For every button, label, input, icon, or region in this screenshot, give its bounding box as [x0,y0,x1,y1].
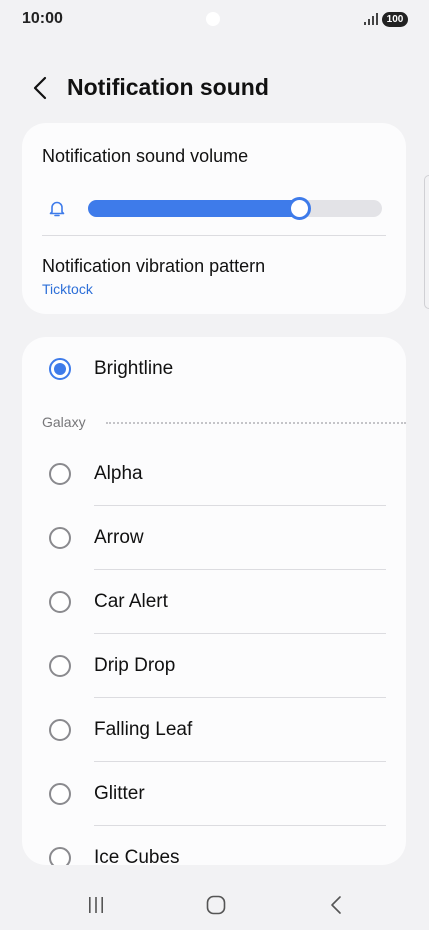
section-header: Galaxy [42,412,406,432]
list-item[interactable]: Arrow [22,506,406,570]
vibration-label: Notification vibration pattern [42,256,266,276]
radio-button[interactable] [49,783,71,805]
volume-card: Notification sound volume Notification v… [22,123,406,314]
edge-panel-handle[interactable] [424,175,429,309]
volume-slider[interactable] [88,197,382,220]
list-item[interactable]: Ice Cubes [22,826,406,865]
recents-icon[interactable] [86,896,106,914]
sound-list-card: Brightline Galaxy Alpha Arrow Car Alert … [22,337,406,865]
radio-selected[interactable] [49,358,71,380]
sound-label: Ice Cubes [94,847,180,865]
sound-label: Alpha [94,463,143,484]
signal-icon [364,13,378,25]
back-button[interactable] [26,74,54,102]
chevron-left-icon [33,76,47,100]
section-label: Galaxy [42,414,86,430]
section-divider [106,422,406,424]
sound-label: Brightline [94,358,174,379]
back-nav-icon[interactable] [328,895,344,915]
radio-button[interactable] [49,527,71,549]
sound-label: Arrow [94,527,144,548]
list-item[interactable]: Glitter [22,762,406,826]
home-icon[interactable] [206,895,226,915]
sound-label: Falling Leaf [94,719,193,740]
radio-button[interactable] [49,719,71,741]
list-item[interactable]: Falling Leaf [22,698,406,762]
sound-label: Drip Drop [94,655,176,676]
radio-button[interactable] [49,591,71,613]
navigation-bar [0,880,429,930]
status-time: 10:00 [22,10,63,27]
camera-cutout [206,12,220,26]
status-bar: 10:00 100 [0,0,429,40]
sound-label: Car Alert [94,591,168,612]
sound-row-brightline[interactable]: Brightline [22,337,406,401]
slider-thumb[interactable] [288,197,311,220]
slider-fill [88,200,300,217]
list-item[interactable]: Car Alert [22,570,406,634]
list-item[interactable]: Alpha [22,442,406,506]
radio-button[interactable] [49,655,71,677]
radio-button[interactable] [49,463,71,485]
page-title: Notification sound [67,74,269,100]
battery-badge: 100 [382,12,408,27]
radio-button[interactable] [49,847,71,865]
bell-icon[interactable] [47,199,67,219]
vibration-value: Ticktock [42,281,93,297]
card-divider [42,235,386,236]
volume-label: Notification sound volume [42,146,249,166]
list-item[interactable]: Drip Drop [22,634,406,698]
sound-label: Glitter [94,783,145,804]
